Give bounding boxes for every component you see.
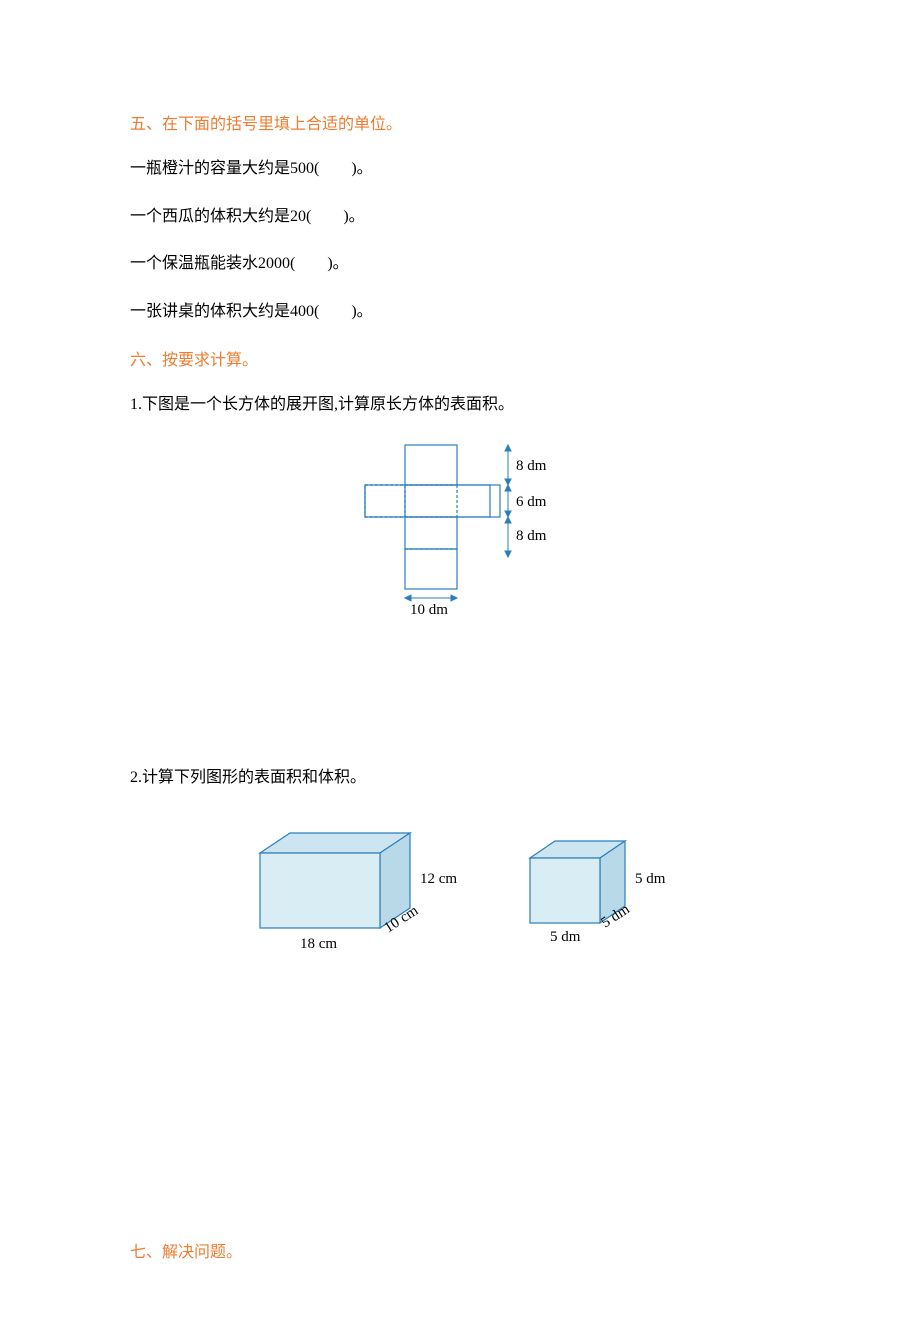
- unfold-svg: 8 dm 6 dm 8 dm 10 dm: [330, 440, 590, 620]
- figure-solids: 12 cm 10 cm 18 cm 5 dm 5 dm 5 dm: [130, 813, 790, 978]
- cuboid-12: 12 cm: [420, 871, 457, 887]
- cube-5c: 5 dm: [550, 929, 581, 945]
- label-6dm: 6 dm: [516, 494, 547, 510]
- label-8dm-a: 8 dm: [516, 458, 547, 474]
- figure-unfold: 8 dm 6 dm 8 dm 10 dm: [130, 440, 790, 625]
- solids-svg: 12 cm 10 cm 18 cm 5 dm 5 dm 5 dm: [220, 813, 700, 973]
- label-10dm: 10 dm: [410, 602, 448, 618]
- q5-2: 一个西瓜的体积大约是20( )。: [130, 204, 790, 230]
- q6-1: 1.下图是一个长方体的展开图,计算原长方体的表面积。: [130, 392, 790, 418]
- q6-2: 2.计算下列图形的表面积和体积。: [130, 765, 790, 791]
- cuboid-18: 18 cm: [300, 936, 337, 952]
- label-8dm-b: 8 dm: [516, 528, 547, 544]
- section-6-heading: 六、按要求计算。: [130, 346, 790, 370]
- section-5-heading: 五、在下面的括号里填上合适的单位。: [130, 110, 790, 134]
- page-content: 五、在下面的括号里填上合适的单位。 一瓶橙汁的容量大约是500( )。 一个西瓜…: [0, 0, 920, 1334]
- cube-5a: 5 dm: [635, 871, 666, 887]
- q5-4: 一张讲桌的体积大约是400( )。: [130, 299, 790, 325]
- q5-3: 一个保温瓶能装水2000( )。: [130, 251, 790, 277]
- q5-1: 一瓶橙汁的容量大约是500( )。: [130, 156, 790, 182]
- section-7-heading: 七、解决问题。: [130, 1238, 790, 1262]
